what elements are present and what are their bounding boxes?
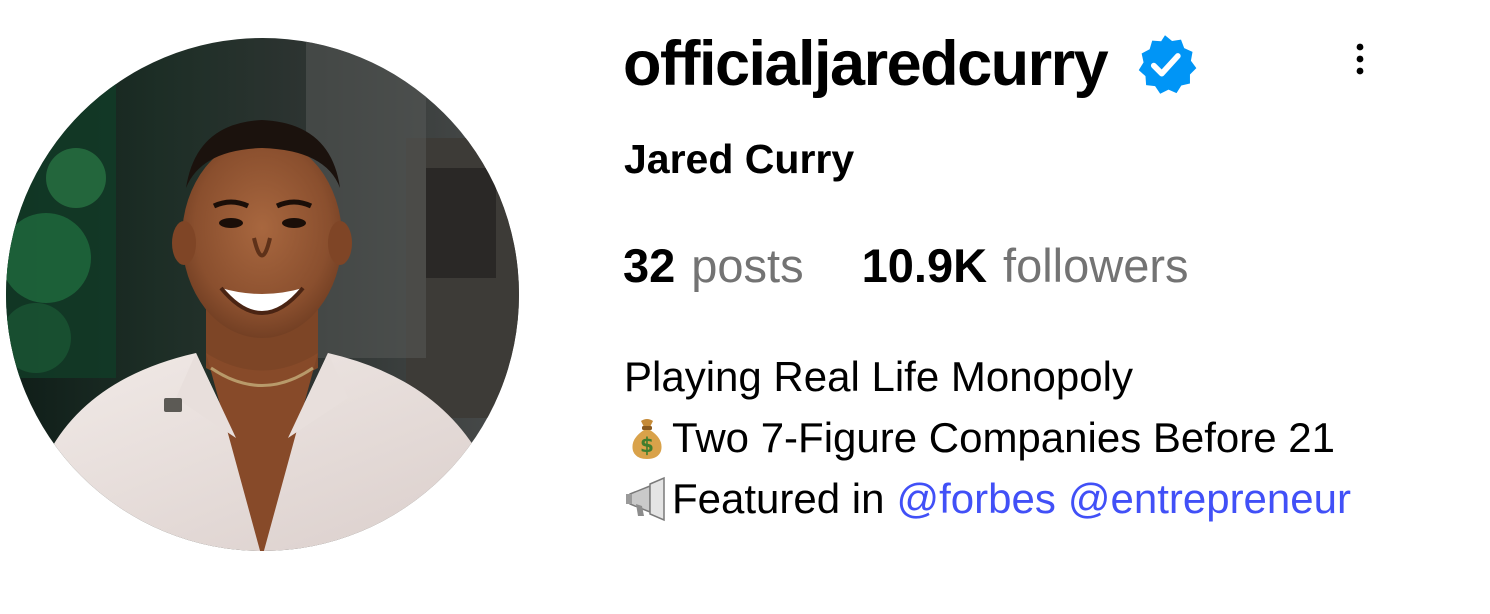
bio-line-1: Playing Real Life Monopoly xyxy=(624,346,1351,407)
money-bag-emoji-icon: $ xyxy=(632,418,662,459)
posts-number: 32 xyxy=(623,239,676,292)
bio-text-3: Featured in xyxy=(672,475,885,522)
more-options-icon xyxy=(1356,43,1364,75)
bio-text-1: Playing Real Life Monopoly xyxy=(624,353,1133,400)
profile-avatar[interactable] xyxy=(6,38,519,551)
megaphone-emoji-icon xyxy=(626,476,665,521)
mention-entrepreneur-link[interactable]: @entrepreneur xyxy=(1068,468,1351,529)
posts-count[interactable]: 32 posts xyxy=(623,240,804,292)
bio-line-2: $ Two 7-Figure Companies Before 21 xyxy=(624,407,1351,468)
username[interactable]: officialjaredcurry xyxy=(623,32,1109,96)
username-row: officialjaredcurry xyxy=(623,26,1197,102)
mention-forbes-link[interactable]: @forbes xyxy=(896,468,1055,529)
avatar-photo xyxy=(6,38,519,551)
profile-stats: 32 posts 10.9K followers xyxy=(623,240,1189,292)
bio: Playing Real Life Monopoly $ Two 7-Figur… xyxy=(624,346,1351,529)
followers-label: followers xyxy=(1003,239,1189,292)
followers-number: 10.9K xyxy=(861,239,988,292)
more-options-button[interactable] xyxy=(1340,40,1380,80)
bio-line-3: Featured in @forbes @entrepreneur xyxy=(624,468,1351,529)
bio-text-2: Two 7-Figure Companies Before 21 xyxy=(672,414,1335,461)
full-name: Jared Curry xyxy=(624,136,855,182)
verified-badge-icon xyxy=(1138,35,1197,94)
posts-label: posts xyxy=(691,239,804,292)
followers-count[interactable]: 10.9K followers xyxy=(862,240,1189,292)
svg-text:$: $ xyxy=(640,433,654,457)
